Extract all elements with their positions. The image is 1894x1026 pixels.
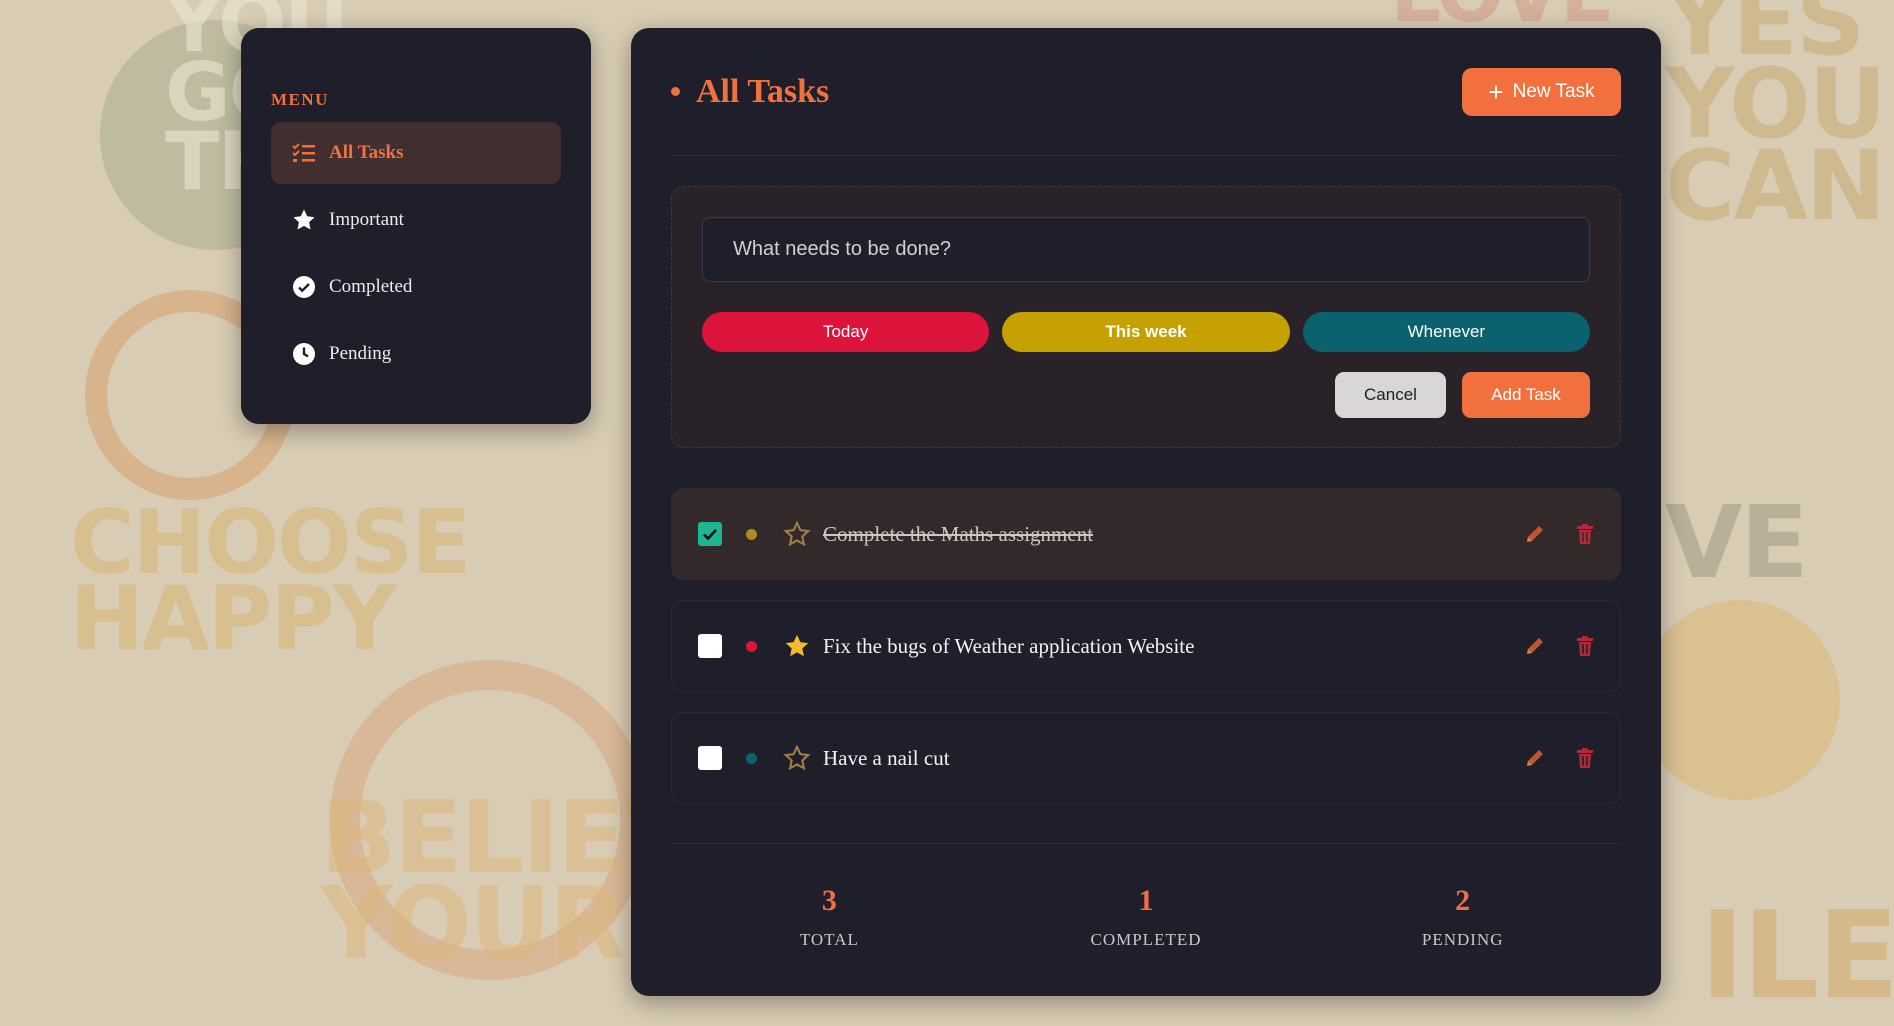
bg-word-love: LOVE [1390, 0, 1615, 33]
edit-icon[interactable] [1522, 745, 1548, 771]
priority-dot [746, 640, 757, 652]
sidebar-item-label: All Tasks [329, 142, 404, 163]
stat-label: COMPLETED [1090, 930, 1202, 949]
menu-title: MENU [271, 90, 329, 109]
check-icon [703, 529, 717, 541]
priority-dot [746, 752, 757, 764]
bg-smiley-shape [1640, 600, 1840, 800]
title-wrap: All Tasks [671, 73, 829, 111]
cancel-button[interactable]: Cancel [1335, 372, 1446, 418]
stat-value: 2 [1455, 884, 1471, 917]
task-list: Complete the Maths assignment Fix the bu… [671, 488, 1621, 804]
trash-icon[interactable] [1572, 745, 1598, 771]
task-text: Complete the Maths assignment [823, 521, 1094, 546]
stat-pending: 2 PENDING [1304, 884, 1621, 950]
stat-value: 1 [1138, 884, 1154, 917]
sidebar: MENU All Tasks Important Completed Pendi… [241, 28, 591, 424]
trash-icon[interactable] [1572, 521, 1598, 547]
main-panel: All Tasks + New Task Today This week Whe… [631, 28, 1661, 996]
sidebar-item-label: Important [329, 209, 404, 230]
task-checkbox[interactable] [698, 634, 722, 658]
new-task-form: Today This week Whenever Cancel Add Task [671, 186, 1621, 448]
trash-icon[interactable] [1572, 633, 1598, 659]
edit-icon[interactable] [1522, 633, 1548, 659]
priority-selector: Today This week Whenever [702, 312, 1590, 352]
task-item: Fix the bugs of Weather application Webs… [671, 600, 1621, 692]
list-check-icon [291, 140, 317, 166]
sidebar-item-important[interactable]: Important [271, 189, 561, 251]
stat-completed: 1 COMPLETED [988, 884, 1305, 950]
sidebar-item-label: Pending [329, 343, 392, 364]
new-task-button[interactable]: + New Task [1462, 67, 1621, 116]
page-title: All Tasks [696, 72, 830, 110]
task-input[interactable] [702, 217, 1590, 282]
star-icon [291, 207, 317, 233]
task-text: Fix the bugs of Weather application Webs… [823, 633, 1195, 658]
bg-word-yes-you-can: YES YOU CAN [1665, 0, 1887, 243]
clock-icon [291, 341, 317, 367]
sidebar-item-all-tasks[interactable]: All Tasks [271, 122, 561, 184]
stats-bar: 3 TOTAL 1 COMPLETED 2 PENDING [671, 843, 1621, 950]
sidebar-item-label: Completed [329, 276, 413, 297]
task-text: Have a nail cut [823, 745, 950, 770]
new-task-label: New Task [1512, 80, 1595, 102]
bg-word-ve: VE [1665, 484, 1809, 601]
task-actions [1522, 745, 1598, 771]
task-checkbox[interactable] [698, 746, 722, 770]
task-item: Have a nail cut [671, 712, 1621, 804]
task-checkbox[interactable] [698, 522, 722, 546]
stat-label: PENDING [1421, 930, 1504, 949]
header: All Tasks + New Task [671, 28, 1621, 156]
sidebar-item-completed[interactable]: Completed [271, 256, 561, 318]
form-actions: Cancel Add Task [702, 372, 1590, 418]
bg-word-ile: ILE [1700, 887, 1894, 1026]
priority-today-button[interactable]: Today [702, 312, 990, 352]
task-item: Complete the Maths assignment [671, 488, 1621, 580]
bg-word-believe-yourself: BELIEVE YOURSELF [320, 779, 890, 982]
stat-value: 3 [821, 884, 837, 917]
priority-this-week-button[interactable]: This week [1002, 312, 1290, 352]
sidebar-item-pending[interactable]: Pending [271, 323, 561, 385]
plus-icon: + [1488, 76, 1504, 107]
title-dot [671, 87, 680, 96]
edit-icon[interactable] [1522, 521, 1548, 547]
priority-dot [746, 528, 757, 540]
check-circle-icon [291, 274, 317, 300]
star-outline-icon[interactable] [783, 520, 811, 548]
stat-total: 3 TOTAL [671, 884, 988, 950]
task-actions [1522, 633, 1598, 659]
stat-label: TOTAL [799, 930, 859, 949]
star-outline-icon[interactable] [783, 744, 811, 772]
bg-word-choose-happy: CHOOSE HAPPY [70, 491, 471, 670]
star-filled-icon[interactable] [783, 632, 811, 660]
priority-whenever-button[interactable]: Whenever [1302, 312, 1590, 352]
task-actions [1522, 521, 1598, 547]
add-task-button[interactable]: Add Task [1462, 372, 1590, 418]
